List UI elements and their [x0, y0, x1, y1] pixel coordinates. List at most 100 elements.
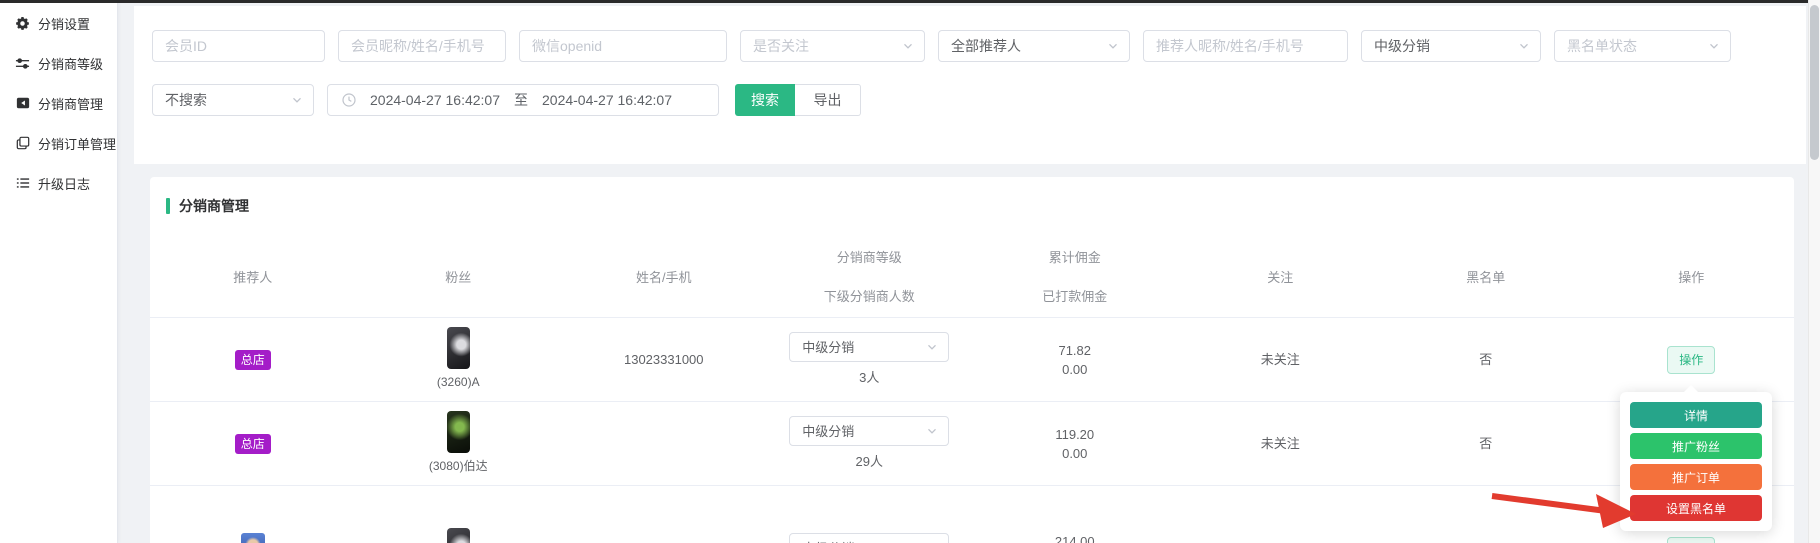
commission-cell: 71.820.00	[972, 318, 1178, 401]
table-row: 总店 (3080)伯达 中级分销 29人 119.200.00 未关注 否 操作	[150, 402, 1794, 486]
col-header-commission: 累计佣金已打款佣金	[972, 237, 1178, 317]
referrer-avatar[interactable]	[241, 533, 265, 543]
nickname-input[interactable]	[338, 30, 506, 62]
date-separator: 至	[514, 90, 528, 110]
level-cell: 中级分销 3人	[767, 318, 973, 401]
name-phone-cell: 13023331000	[561, 318, 767, 401]
follow-cell: 未关注	[1178, 402, 1384, 485]
referrer-select-value: 全部推荐人	[951, 36, 1021, 56]
title-accent-bar	[166, 198, 170, 214]
sidebar-item-label: 升级日志	[38, 174, 90, 193]
sidebar-item-distributor-level[interactable]: 分销商等级	[0, 43, 117, 83]
popup-caret	[1684, 385, 1698, 392]
chevron-down-icon	[926, 341, 938, 353]
member-id-input[interactable]	[152, 30, 325, 62]
follow-status-placeholder: 是否关注	[753, 36, 809, 56]
gear-icon	[15, 16, 30, 31]
sidebar: 分销设置 分销商等级 分销商管理 分销订单管理 升级日志	[0, 0, 118, 543]
chevron-down-icon	[1518, 40, 1530, 52]
commission-total: 214.00	[1055, 532, 1095, 543]
col-header-action: 操作	[1589, 237, 1795, 317]
sidebar-item-distributor-management[interactable]: 分销商管理	[0, 83, 117, 123]
export-button[interactable]: 导出	[795, 84, 861, 116]
blacklist-status-select[interactable]: 黑名单状态	[1554, 30, 1731, 62]
fan-avatar[interactable]	[447, 411, 470, 453]
row-level-select[interactable]: 中级分销	[789, 416, 949, 446]
referrer-search-input[interactable]	[1143, 30, 1348, 62]
referrer-select[interactable]: 全部推荐人	[938, 30, 1130, 62]
blacklist-cell: 否	[1383, 318, 1589, 401]
commission-cell: 119.200.00	[972, 402, 1178, 485]
col-header-blacklist: 黑名单	[1383, 237, 1589, 317]
subordinate-count: 29人	[856, 452, 883, 471]
filter-row-1: 是否关注 全部推荐人 中级分销 黑名单状态	[152, 30, 1731, 62]
app-window: 分销设置 分销商等级 分销商管理 分销订单管理 升级日志	[0, 0, 1820, 543]
filter-panel: 是否关注 全部推荐人 中级分销 黑名单状态 不搜索	[134, 6, 1806, 164]
level-select[interactable]: 中级分销	[1361, 30, 1541, 62]
referrer-cell: 总店	[150, 402, 356, 485]
chevron-down-icon	[1708, 40, 1720, 52]
fan-avatar[interactable]	[447, 528, 470, 543]
sidebar-item-upgrade-log[interactable]: 升级日志	[0, 163, 117, 203]
page-title: 分销商管理	[179, 196, 249, 216]
commission-cell: 214.000.00	[972, 486, 1178, 543]
col-header-fan: 粉丝	[356, 237, 562, 317]
commission-total: 119.20	[1055, 425, 1094, 444]
date-end-value: 2024-04-27 16:42:07	[542, 92, 672, 108]
name-phone-cell	[561, 402, 767, 485]
sliders-icon	[15, 56, 30, 71]
level-cell: 中级分销 29人	[767, 402, 973, 485]
row-action-button[interactable]: 操作	[1667, 346, 1715, 374]
row-level-value: 中级分销	[802, 539, 854, 543]
distributor-table-card: 分销商管理 推荐人 粉丝 姓名/手机 分销商等级下级分销商人数 累计佣金已打款佣…	[150, 177, 1794, 543]
blacklist-cell: 否	[1383, 486, 1589, 543]
date-start-value: 2024-04-27 16:42:07	[370, 92, 500, 108]
commission-paid: 0.00	[1062, 360, 1087, 379]
detail-button[interactable]: 详情	[1630, 402, 1762, 428]
referrer-cell: 总店	[150, 318, 356, 401]
date-range-picker[interactable]: 2024-04-27 16:42:07 至 2024-04-27 16:42:0…	[327, 84, 719, 116]
fan-caption: (3260)A	[437, 373, 480, 392]
search-button[interactable]: 搜索	[735, 84, 795, 116]
table-header: 推荐人 粉丝 姓名/手机 分销商等级下级分销商人数 累计佣金已打款佣金 关注 黑…	[150, 237, 1794, 318]
search-type-value: 不搜索	[165, 90, 207, 110]
referrer-cell	[150, 486, 356, 543]
copy-icon	[15, 136, 30, 151]
chevron-down-icon	[926, 425, 938, 437]
follow-status-select[interactable]: 是否关注	[740, 30, 925, 62]
col-header-follow: 关注	[1178, 237, 1384, 317]
store-badge: 总店	[235, 350, 271, 370]
table-row: 总店 (3260)A 13023331000 中级分销 3人 71.820.00…	[150, 318, 1794, 402]
level-select-value: 中级分销	[1374, 36, 1430, 56]
row-level-select[interactable]: 中级分销	[789, 332, 949, 362]
chevron-down-icon	[902, 40, 914, 52]
promote-orders-button[interactable]: 推广订单	[1630, 464, 1762, 490]
blacklist-cell: 否	[1383, 402, 1589, 485]
fan-cell: (3080)伯达	[356, 402, 562, 485]
row-action-button[interactable]: 操作	[1667, 537, 1715, 543]
sidebar-item-distribution-orders[interactable]: 分销订单管理	[0, 123, 117, 163]
row-level-value: 中级分销	[802, 422, 854, 441]
set-blacklist-button[interactable]: 设置黑名单	[1630, 495, 1762, 521]
row-level-select[interactable]: 中级分销	[789, 533, 949, 543]
search-type-select[interactable]: 不搜索	[152, 84, 314, 116]
sidebar-item-label: 分销商等级	[38, 54, 103, 73]
col-header-name-phone: 姓名/手机	[561, 237, 767, 317]
promote-fans-button[interactable]: 推广粉丝	[1630, 433, 1762, 459]
chevron-down-icon	[1107, 40, 1119, 52]
fan-avatar[interactable]	[447, 327, 470, 369]
filter-row-2: 不搜索 2024-04-27 16:42:07 至 2024-04-27 16:…	[152, 84, 861, 116]
table-row: 18851552223 中级分销 214.000.00 未关注 否 操作	[150, 486, 1794, 543]
commission-paid: 0.00	[1062, 444, 1087, 463]
sidebar-item-distribution-settings[interactable]: 分销设置	[0, 3, 117, 43]
vertical-scrollbar[interactable]	[1808, 0, 1820, 543]
scrollbar-thumb[interactable]	[1810, 5, 1819, 160]
col-header-level: 分销商等级下级分销商人数	[767, 237, 973, 317]
play-square-icon	[15, 96, 30, 111]
top-border	[0, 0, 1808, 3]
openid-input[interactable]	[519, 30, 727, 62]
fan-caption: (3080)伯达	[429, 457, 488, 476]
action-popup: 详情 推广粉丝 推广订单 设置黑名单	[1620, 392, 1772, 531]
sidebar-item-label: 分销商管理	[38, 94, 103, 113]
sidebar-item-label: 分销设置	[38, 14, 90, 33]
